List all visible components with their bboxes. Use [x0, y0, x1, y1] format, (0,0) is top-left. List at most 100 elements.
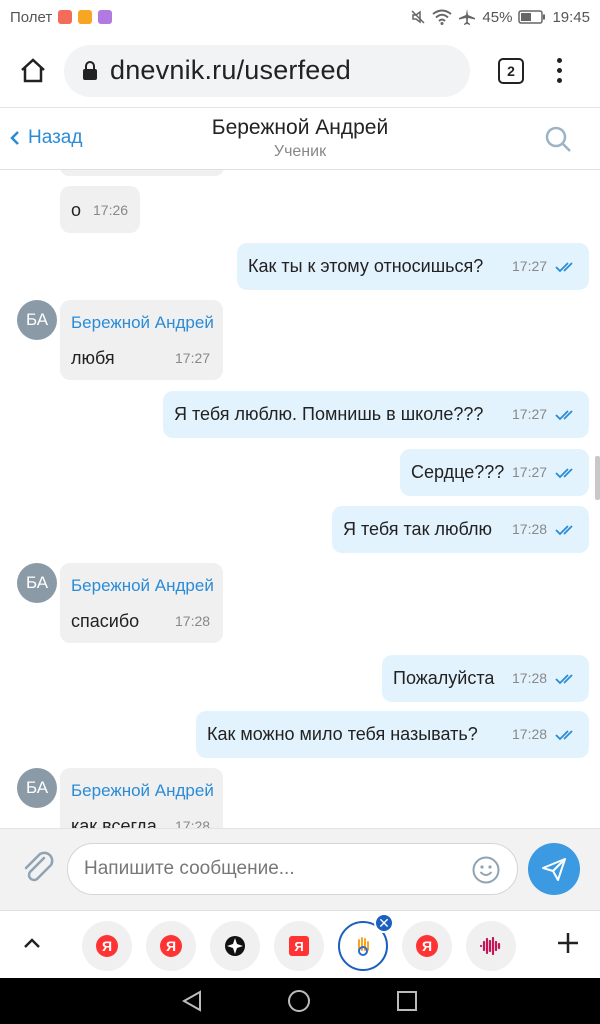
tab-yandex[interactable]: Я: [402, 921, 452, 971]
carrier-label: Полет: [10, 8, 53, 26]
chevron-up-icon: [24, 938, 40, 948]
message-bubble-outgoing[interactable]: Как ты к этому относишься? 17:27: [237, 243, 589, 290]
message-input-wrapper: [67, 843, 518, 895]
nav-recents-button[interactable]: [396, 990, 418, 1017]
tab-yandex-square[interactable]: Я: [274, 921, 324, 971]
message-bubble-outgoing[interactable]: Я тебя так люблю 17:28: [332, 506, 589, 553]
notification-app-icon: [98, 10, 113, 24]
message-text: Как можно мило тебя называть?: [207, 724, 478, 744]
status-bar: Полет 45% 19:45: [0, 0, 600, 34]
send-button[interactable]: [528, 843, 580, 895]
chat-header: Назад Бережной Андрей Ученик: [0, 108, 600, 170]
nav-back-button[interactable]: [180, 989, 204, 1018]
more-vert-icon[interactable]: [554, 58, 564, 83]
nav-home-button[interactable]: [287, 989, 311, 1018]
new-tab-button[interactable]: [556, 931, 580, 960]
home-icon: [21, 57, 45, 82]
message-bubble-outgoing[interactable]: Пожалуйста 17:28: [382, 655, 589, 702]
message-input[interactable]: [84, 844, 464, 894]
avatar[interactable]: БА: [17, 563, 57, 603]
read-checkmarks-icon: [555, 410, 573, 421]
battery-icon: [518, 10, 546, 24]
circle-home-icon: [288, 990, 310, 1012]
triangle-back-icon: [181, 990, 201, 1012]
search-icon: [545, 126, 571, 152]
sender-name: Бережной Андрей: [71, 576, 214, 595]
read-checkmarks-icon: [555, 730, 573, 741]
chat-title: Бережной Андрей: [211, 116, 389, 139]
sender-name: Бережной Андрей: [71, 781, 214, 800]
avatar[interactable]: БА: [17, 768, 57, 808]
close-tab-button[interactable]: ✕: [374, 913, 394, 933]
notification-app-icon: [58, 10, 73, 24]
tab-dnevnik-active[interactable]: ✕: [338, 913, 394, 971]
read-checkmarks-icon: [555, 468, 573, 479]
clock: 19:45: [552, 8, 590, 26]
sender-name: Бережной Андрей: [71, 313, 214, 332]
home-button[interactable]: [14, 52, 52, 90]
airplane-icon: [459, 9, 476, 25]
message-text: Я тебя так люблю: [343, 519, 492, 539]
yandex-music-icon: [479, 936, 501, 956]
message-time: 17:28: [512, 670, 548, 686]
attach-button[interactable]: [20, 849, 58, 892]
message-list[interactable]: о 17:26 Как ты к этому относишься? 17:27…: [0, 170, 600, 828]
notification-app-icon: [78, 10, 93, 24]
yandex-icon: Я: [160, 935, 182, 957]
mute-icon: [411, 10, 425, 24]
yandex-icon: Я: [96, 935, 118, 957]
message-bubble-outgoing[interactable]: Сердце??? 17:27: [400, 449, 589, 496]
square-recents-icon: [397, 991, 417, 1011]
paperclip-icon: [24, 851, 54, 882]
message-text: Я тебя люблю. Помнишь в школе???: [174, 404, 484, 424]
scrollbar-thumb[interactable]: [595, 456, 600, 500]
tab-yandex[interactable]: Я: [82, 921, 132, 971]
message-time: 17:28: [175, 613, 211, 629]
smiley-icon: [472, 856, 500, 884]
message-bubble-partial: [60, 170, 224, 176]
lock-icon: [83, 60, 97, 80]
browser-bottom-bar: Я Я Я ✕ Я: [0, 910, 600, 978]
message-text: Как ты к этому относишься?: [248, 256, 484, 276]
status-bar-right: 45% 19:45: [410, 8, 590, 26]
dnevnik-icon: [358, 937, 369, 956]
address-bar[interactable]: dnevnik.ru/userfeed: [64, 44, 470, 97]
message-bubble-outgoing[interactable]: Как можно мило тебя называть? 17:28: [196, 711, 589, 758]
compass-icon: [225, 936, 245, 956]
emoji-button[interactable]: [471, 855, 501, 890]
message-time: 17:27: [512, 258, 548, 274]
message-bubble-incoming[interactable]: Бережной Андрей как всегда 17:28: [60, 768, 223, 828]
plus-icon: [558, 933, 578, 953]
read-checkmarks-icon: [555, 674, 573, 685]
tab-yandex[interactable]: Я: [146, 921, 196, 971]
yandex-icon: Я: [416, 935, 438, 957]
send-icon: [542, 858, 566, 881]
browser-toolbar: dnevnik.ru/userfeed 2: [0, 34, 600, 108]
status-bar-left: Полет: [10, 8, 113, 26]
tab-compass[interactable]: [210, 921, 260, 971]
read-checkmarks-icon: [555, 262, 573, 273]
message-text: спасибо: [71, 611, 140, 631]
message-bubble-incoming[interactable]: Бережной Андрей спасибо 17:28: [60, 563, 223, 643]
message-text: Сердце???: [411, 462, 505, 482]
battery-percent: 45%: [482, 8, 513, 26]
message-time: 17:28: [512, 726, 548, 742]
message-composer: [0, 828, 600, 910]
yandex-square-icon: Я: [289, 936, 309, 956]
tabs-button[interactable]: 2: [498, 57, 524, 84]
message-bubble-incoming[interactable]: Бережной Андрей любя 17:27: [60, 300, 223, 380]
message-time: 17:27: [512, 406, 548, 422]
tab-yandex-music[interactable]: [466, 921, 516, 971]
android-nav-bar: [0, 978, 600, 1024]
avatar[interactable]: БА: [17, 300, 57, 340]
chat-subtitle: Ученик: [273, 143, 327, 160]
message-time: 17:26: [93, 202, 129, 218]
message-bubble-incoming[interactable]: о 17:26: [60, 186, 140, 233]
url-text: dnevnik.ru/userfeed: [110, 55, 351, 85]
message-bubble-outgoing[interactable]: Я тебя люблю. Помнишь в школе??? 17:27: [163, 391, 589, 438]
expand-button[interactable]: [22, 933, 42, 958]
message-time: 17:28: [175, 818, 211, 828]
search-button[interactable]: [544, 125, 572, 158]
message-text: о: [71, 200, 82, 220]
message-time: 17:27: [512, 464, 548, 480]
